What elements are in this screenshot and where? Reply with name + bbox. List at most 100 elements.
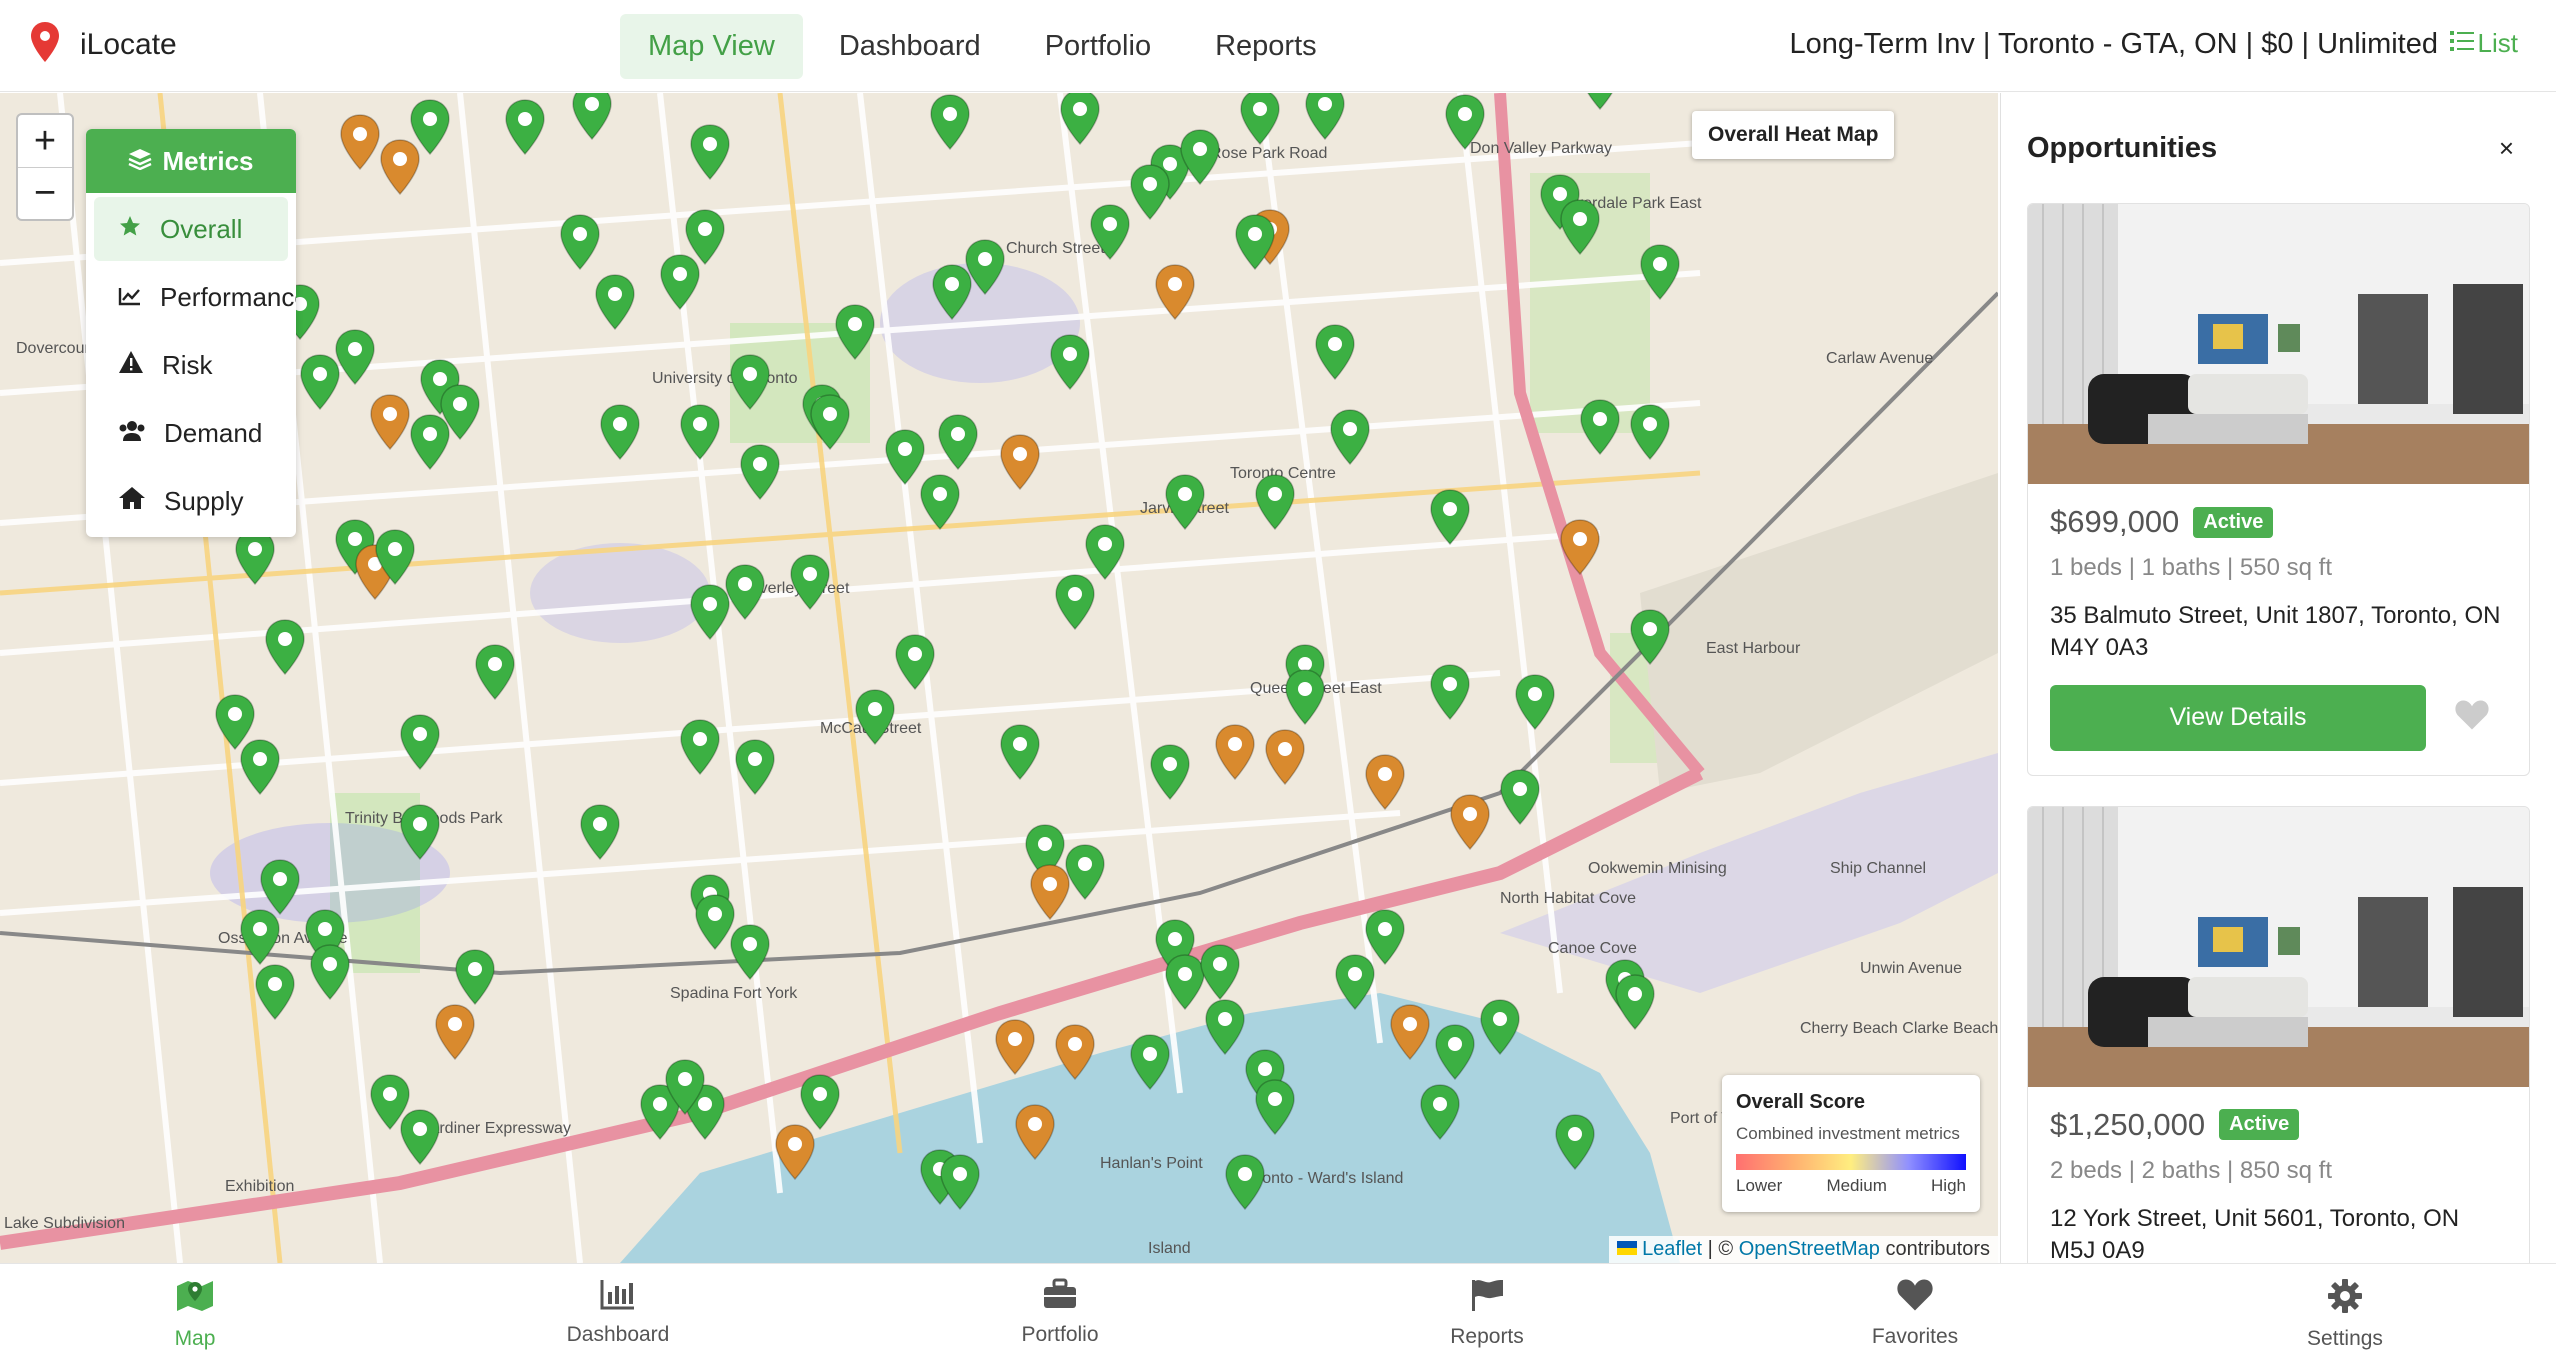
property-marker-icon[interactable]: [594, 274, 636, 331]
property-marker-icon[interactable]: [1364, 754, 1406, 811]
property-marker-icon[interactable]: [734, 739, 776, 796]
property-marker-icon[interactable]: [994, 1019, 1036, 1076]
nav-map-view[interactable]: Map View: [620, 14, 803, 79]
property-marker-icon[interactable]: [1314, 324, 1356, 381]
property-marker-icon[interactable]: [1329, 409, 1371, 466]
property-marker-icon[interactable]: [929, 94, 971, 151]
property-marker-icon[interactable]: [1199, 944, 1241, 1001]
property-marker-icon[interactable]: [559, 214, 601, 271]
map[interactable]: Gardiner Expressway Queen Street East To…: [0, 93, 1998, 1263]
zoom-in-button[interactable]: +: [18, 115, 72, 167]
bottom-nav-settings[interactable]: Settings: [2245, 1278, 2445, 1351]
metrics-toggle[interactable]: Metrics: [86, 129, 296, 193]
property-marker-icon[interactable]: [399, 1109, 441, 1166]
metric-overall[interactable]: Overall: [94, 197, 288, 261]
search-context[interactable]: Long-Term Inv | Toronto - GTA, ON | $0 |…: [1790, 28, 2438, 61]
property-marker-icon[interactable]: [454, 949, 496, 1006]
property-marker-icon[interactable]: [834, 304, 876, 361]
listing-photo[interactable]: [2028, 806, 2529, 1087]
property-marker-icon[interactable]: [1149, 744, 1191, 801]
metric-risk[interactable]: Risk: [94, 333, 288, 397]
property-marker-icon[interactable]: [474, 644, 516, 701]
metric-performance[interactable]: Performance: [94, 265, 296, 329]
property-marker-icon[interactable]: [1054, 574, 1096, 631]
leaflet-link[interactable]: Leaflet: [1642, 1238, 1702, 1260]
property-marker-icon[interactable]: [1434, 1024, 1476, 1081]
bottom-nav-dashboard[interactable]: Dashboard: [518, 1278, 718, 1347]
property-marker-icon[interactable]: [1629, 609, 1671, 666]
property-marker-icon[interactable]: [1129, 1034, 1171, 1091]
property-marker-icon[interactable]: [339, 114, 381, 171]
property-marker-icon[interactable]: [369, 394, 411, 451]
property-marker-icon[interactable]: [689, 124, 731, 181]
property-marker-icon[interactable]: [299, 354, 341, 411]
osm-link[interactable]: OpenStreetMap: [1739, 1238, 1880, 1260]
property-marker-icon[interactable]: [579, 804, 621, 861]
property-marker-icon[interactable]: [1614, 974, 1656, 1031]
nav-portfolio[interactable]: Portfolio: [1017, 14, 1179, 79]
property-marker-icon[interactable]: [409, 99, 451, 156]
property-marker-icon[interactable]: [1059, 93, 1101, 146]
listing-card[interactable]: $699,000 Active 1 beds | 1 baths | 550 s…: [2027, 203, 2530, 776]
property-marker-icon[interactable]: [919, 474, 961, 531]
bottom-nav-portfolio[interactable]: Portfolio: [960, 1278, 1160, 1347]
property-marker-icon[interactable]: [1129, 164, 1171, 221]
property-marker-icon[interactable]: [504, 99, 546, 156]
list-toggle-button[interactable]: List: [2449, 28, 2518, 59]
view-details-button[interactable]: View Details: [2050, 684, 2426, 751]
property-marker-icon[interactable]: [1479, 999, 1521, 1056]
property-marker-icon[interactable]: [799, 1074, 841, 1131]
property-marker-icon[interactable]: [1559, 199, 1601, 256]
property-marker-icon[interactable]: [679, 719, 721, 776]
property-marker-icon[interactable]: [1429, 489, 1471, 546]
property-marker-icon[interactable]: [684, 209, 726, 266]
property-marker-icon[interactable]: [1499, 769, 1541, 826]
property-marker-icon[interactable]: [1559, 519, 1601, 576]
property-marker-icon[interactable]: [399, 804, 441, 861]
property-marker-icon[interactable]: [1419, 1084, 1461, 1141]
property-marker-icon[interactable]: [399, 714, 441, 771]
property-marker-icon[interactable]: [1254, 1079, 1296, 1136]
property-marker-icon[interactable]: [1054, 1024, 1096, 1081]
property-marker-icon[interactable]: [259, 859, 301, 916]
property-marker-icon[interactable]: [1304, 93, 1346, 141]
close-icon[interactable]: ×: [2499, 133, 2514, 164]
property-marker-icon[interactable]: [1639, 244, 1681, 301]
property-marker-icon[interactable]: [1234, 214, 1276, 271]
property-marker-icon[interactable]: [1449, 794, 1491, 851]
property-marker-icon[interactable]: [789, 554, 831, 611]
property-marker-icon[interactable]: [1049, 334, 1091, 391]
property-marker-icon[interactable]: [571, 93, 613, 141]
metric-supply[interactable]: Supply: [94, 469, 288, 533]
property-marker-icon[interactable]: [599, 404, 641, 461]
property-marker-icon[interactable]: [1154, 264, 1196, 321]
property-marker-icon[interactable]: [239, 739, 281, 796]
property-marker-icon[interactable]: [1264, 729, 1306, 786]
property-marker-icon[interactable]: [854, 689, 896, 746]
property-marker-icon[interactable]: [1579, 399, 1621, 456]
listing-photo[interactable]: [2028, 204, 2529, 484]
property-marker-icon[interactable]: [894, 634, 936, 691]
property-marker-icon[interactable]: [234, 529, 276, 586]
property-marker-icon[interactable]: [1164, 474, 1206, 531]
bottom-nav-favorites[interactable]: Favorites: [1815, 1278, 2015, 1349]
metric-demand[interactable]: Demand: [94, 401, 288, 465]
property-marker-icon[interactable]: [434, 1004, 476, 1061]
property-marker-icon[interactable]: [1629, 404, 1671, 461]
property-marker-icon[interactable]: [1179, 129, 1221, 186]
property-marker-icon[interactable]: [729, 354, 771, 411]
property-marker-icon[interactable]: [1364, 909, 1406, 966]
property-marker-icon[interactable]: [724, 564, 766, 621]
property-marker-icon[interactable]: [239, 909, 281, 966]
property-marker-icon[interactable]: [1579, 93, 1621, 111]
zoom-out-button[interactable]: −: [18, 167, 72, 219]
property-marker-icon[interactable]: [964, 239, 1006, 296]
property-marker-icon[interactable]: [1224, 1154, 1266, 1211]
property-marker-icon[interactable]: [1389, 1004, 1431, 1061]
property-marker-icon[interactable]: [1239, 93, 1281, 146]
property-marker-icon[interactable]: [1284, 669, 1326, 726]
property-marker-icon[interactable]: [999, 724, 1041, 781]
bottom-nav-reports[interactable]: Reports: [1387, 1278, 1587, 1349]
nav-reports[interactable]: Reports: [1187, 14, 1345, 79]
favorite-heart-icon[interactable]: [2454, 699, 2490, 736]
